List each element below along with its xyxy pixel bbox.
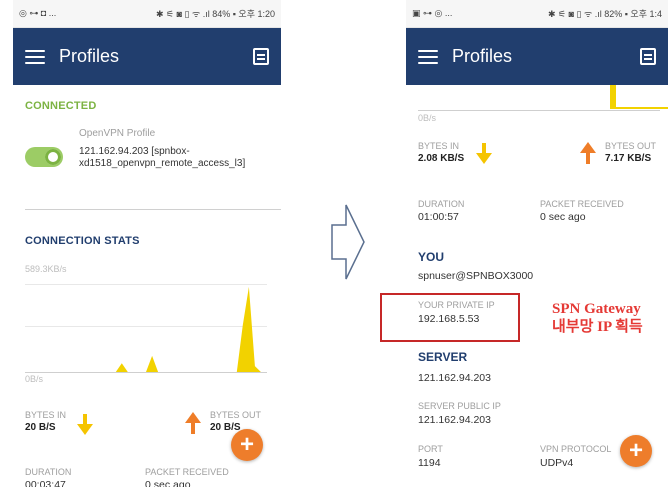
app-bar: Profiles [406, 28, 668, 85]
you-label: YOU [418, 250, 445, 264]
page-title: Profiles [59, 46, 120, 66]
chart-bottom-label: 0B/s [25, 374, 44, 384]
bytes-out-value: 7.17 KB/S [605, 153, 652, 164]
bytes-out-label: BYTES OUT [210, 410, 262, 420]
bytes-out-label: BYTES OUT [605, 141, 657, 151]
left-phone-screen: ◎ ⊶ ◘ ... ✱ ⚟ ◙ ▯ ᯤ .ıl 84% ▪ 오후 1:20 Pr… [13, 0, 281, 487]
chart-area-series [25, 286, 267, 372]
connection-stats-label: CONNECTION STATS [25, 235, 140, 247]
bytes-out-value: 20 B/S [210, 422, 241, 433]
annotation-line-2: 내부망 IP 획득 [552, 319, 643, 335]
packet-received-value: 0 sec ago [145, 479, 191, 487]
download-arrow-icon [476, 143, 492, 164]
packet-received-value: 0 sec ago [540, 211, 586, 223]
bytes-in-value: 2.08 KB/S [418, 153, 465, 164]
add-profile-button[interactable]: + [620, 435, 652, 467]
duration-value: 01:00:57 [418, 211, 459, 223]
right-phone-screen: ▣ ⊶ ◎ ... ✱ ⚟ ◙ ▯ ᯤ .ıl 82% ▪ 오후 1:4 Pro… [406, 0, 668, 487]
status-icons-left: ◎ ⊶ ◘ ... [19, 8, 57, 18]
transition-arrow-icon [331, 204, 365, 280]
status-icons-right: ✱ ⚟ ◙ ▯ ᯤ .ıl 82% ▪ 오후 1:4 [548, 9, 662, 19]
server-value: 121.162.94.203 [418, 372, 491, 384]
chart-baseline [418, 110, 660, 111]
connection-toggle[interactable] [25, 147, 63, 167]
import-profile-icon[interactable] [640, 48, 656, 65]
annotation-text: SPN Gateway 내부망 IP 획득 [552, 300, 643, 336]
port-value: 1194 [418, 457, 441, 469]
hamburger-menu-icon[interactable] [25, 49, 45, 64]
bytes-in-value: 20 B/S [25, 422, 56, 433]
divider [25, 209, 281, 210]
app-bar: Profiles [13, 28, 281, 85]
annotation-line-1: SPN Gateway [552, 301, 641, 317]
page-title: Profiles [452, 46, 513, 66]
private-ip-highlight-box [380, 293, 520, 342]
toggle-knob [45, 149, 61, 165]
bytes-in-label: BYTES IN [25, 410, 67, 420]
packet-received-label: PACKET RECEIVED [145, 467, 229, 477]
you-value: spnuser@SPNBOX3000 [418, 270, 534, 282]
profile-name[interactable]: OpenVPN Profile [79, 128, 155, 139]
vpn-protocol-label: VPN PROTOCOL [540, 444, 612, 454]
add-profile-button[interactable]: + [231, 429, 263, 461]
upload-arrow-icon [185, 412, 201, 434]
duration-label: DURATION [25, 467, 72, 477]
traffic-chart: 589.3KB/s 0B/s [25, 262, 267, 384]
chart-bottom-label: 0B/s [418, 113, 437, 123]
server-label: SERVER [418, 350, 468, 364]
server-public-ip-value: 121.162.94.203 [418, 414, 491, 426]
upload-arrow-icon [580, 142, 596, 164]
import-profile-icon[interactable] [253, 48, 269, 65]
status-icons-left: ▣ ⊶ ◎ ... [412, 8, 453, 18]
traffic-chart-scrolled: 0B/s [418, 85, 668, 125]
duration-label: DURATION [418, 199, 465, 209]
server-public-ip-label: SERVER PUBLIC IP [418, 401, 501, 411]
vpn-protocol-value: UDPv4 [540, 457, 574, 469]
connected-label: CONNECTED [25, 100, 97, 112]
chart-area-svg [25, 286, 267, 372]
profile-detail[interactable]: 121.162.94.203 [spnbox-xd1518_openvpn_re… [79, 146, 269, 170]
status-bar: ▣ ⊶ ◎ ... ✱ ⚟ ◙ ▯ ᯤ .ıl 82% ▪ 오후 1:4 [406, 0, 668, 28]
hamburger-menu-icon[interactable] [418, 49, 438, 64]
packet-received-label: PACKET RECEIVED [540, 199, 624, 209]
port-label: PORT [418, 444, 443, 454]
bytes-in-label: BYTES IN [418, 141, 460, 151]
chart-baseline [25, 372, 267, 373]
duration-value: 00:03:47 [25, 479, 66, 487]
status-bar: ◎ ⊶ ◘ ... ✱ ⚟ ◙ ▯ ᯤ .ıl 84% ▪ 오후 1:20 [13, 0, 281, 28]
status-icons-right: ✱ ⚟ ◙ ▯ ᯤ .ıl 84% ▪ 오후 1:20 [155, 9, 275, 19]
download-arrow-icon [77, 414, 93, 435]
